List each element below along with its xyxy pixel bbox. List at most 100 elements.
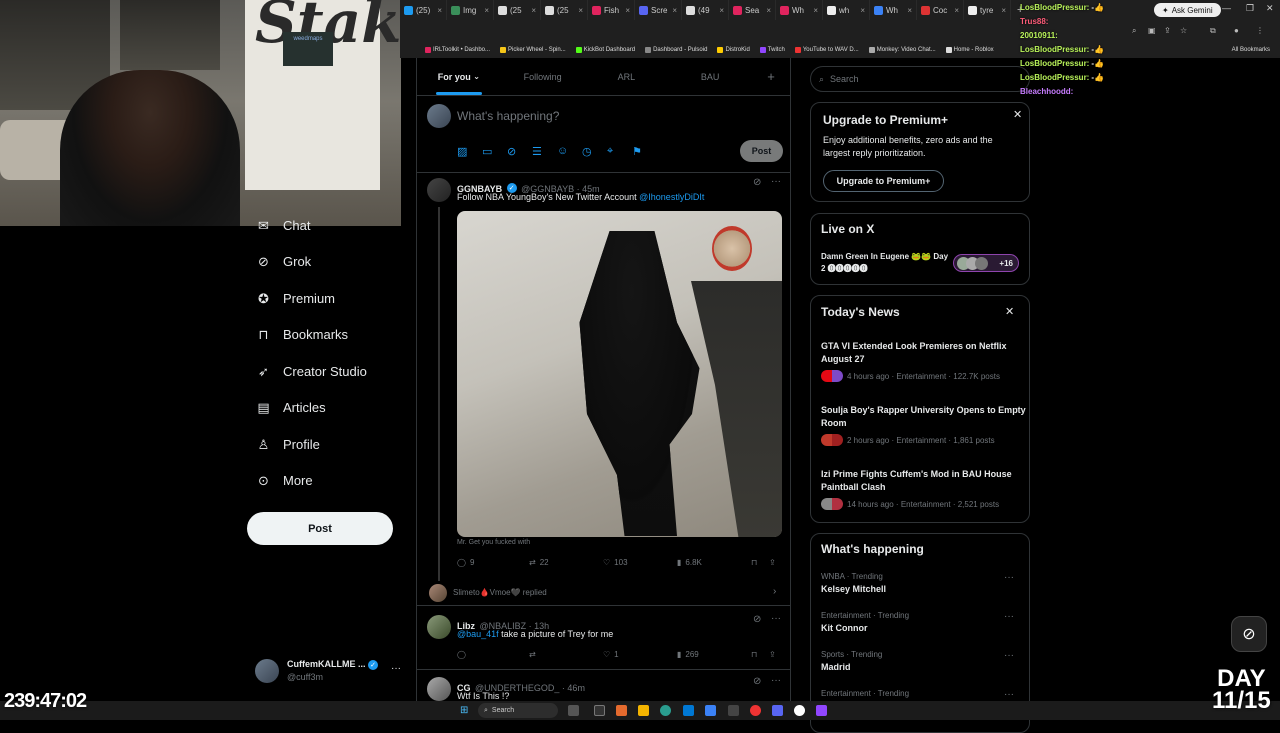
extensions-icon[interactable]: ⧉ (1210, 26, 1216, 36)
tab-for-you[interactable]: For you ⌄ (417, 58, 501, 95)
nav-grok[interactable]: ⊘ Grok (256, 254, 311, 270)
replied-row[interactable]: Slimeto🩸Vmoe🖤 replied › (417, 580, 790, 606)
browser-tab[interactable]: (49 × (682, 0, 729, 20)
reply-button[interactable]: ◯ (457, 650, 466, 659)
store-icon[interactable] (683, 705, 694, 716)
image-icon[interactable]: ▨ (457, 145, 467, 158)
browser-tab[interactable]: (25 × (541, 0, 588, 20)
add-tab-button[interactable]: + (752, 58, 790, 95)
tweet-mention-link[interactable]: @bau_41f (457, 629, 499, 639)
bookmark-item[interactable]: Twitch (759, 47, 785, 53)
browser-tab[interactable]: (25) × (400, 0, 447, 20)
taskbar-app-icon[interactable] (794, 705, 805, 716)
trend-item[interactable]: WNBA · Trending Kelsey Mitchell ··· (821, 572, 1026, 594)
file-explorer-icon[interactable] (638, 705, 649, 716)
browser-tab[interactable]: Wh × (776, 0, 823, 20)
nav-premium[interactable]: ✪ Premium (256, 291, 335, 307)
bookmark-item[interactable]: Picker Wheel - Spin... (500, 47, 566, 53)
tab-close-icon[interactable]: × (907, 6, 912, 15)
tab-close-icon[interactable]: × (719, 6, 724, 15)
trend-item[interactable]: Entertainment · Trending ··· (821, 689, 1026, 701)
tab-close-icon[interactable]: × (484, 6, 489, 15)
taskbar-app-icon[interactable] (568, 705, 579, 716)
tab-close-icon[interactable]: × (813, 6, 818, 15)
trend-item[interactable]: Entertainment · Trending Kit Connor ··· (821, 611, 1026, 633)
browser-tab[interactable]: (25 × (494, 0, 541, 20)
tab-close-icon[interactable]: × (578, 6, 583, 15)
tweet-mention-link[interactable]: @IhonestlyDiDIt (639, 192, 704, 202)
trend-more-icon[interactable]: ··· (1004, 650, 1014, 661)
tab-close-icon[interactable]: × (954, 6, 959, 15)
location-icon[interactable]: ⌖ (607, 145, 613, 158)
tweet-photo[interactable] (457, 211, 782, 537)
trend-more-icon[interactable]: ··· (1004, 572, 1014, 583)
restore-icon[interactable]: ❐ (1246, 3, 1254, 14)
browser-tab[interactable]: wh × (823, 0, 870, 20)
share-tweet-button[interactable]: ⇪ (769, 558, 776, 567)
taskbar-app-icon[interactable] (616, 705, 627, 716)
tweet-more-icon[interactable]: ··· (771, 613, 781, 624)
browser-tab[interactable]: Wh × (870, 0, 917, 20)
tab-close-icon[interactable]: × (531, 6, 536, 15)
all-bookmarks[interactable]: All Bookmarks (1232, 47, 1270, 53)
bookmark-tweet-button[interactable]: ⊓ (751, 650, 757, 659)
like-button[interactable]: ♡ 103 (603, 558, 628, 567)
flag-icon[interactable]: ⚑ (632, 145, 642, 158)
browser-tab[interactable]: Scre × (635, 0, 682, 20)
repost-button[interactable]: ⇄ (529, 650, 536, 659)
grok-tweet-icon[interactable]: ⊘ (753, 676, 761, 687)
taskbar-app-icon[interactable] (816, 705, 827, 716)
browser-tab[interactable]: Fish × (588, 0, 635, 20)
compose-post-button[interactable]: Post (740, 140, 783, 162)
profile-avatar-icon[interactable]: ● (1234, 26, 1239, 35)
tweet[interactable]: Libz @NBALIBZ · 13h ⊘ ··· @bau_41f take … (417, 610, 790, 670)
bookmark-item[interactable]: IRLToolkit • Dashbo... (425, 47, 490, 53)
nav-creator-studio[interactable]: ➶ Creator Studio (256, 364, 367, 380)
minimize-icon[interactable]: — (1222, 3, 1231, 13)
tweet-avatar[interactable] (427, 178, 451, 202)
share-icon[interactable]: ⇪ (1164, 26, 1171, 35)
bookmark-item[interactable]: Monkey: Video Chat... (868, 47, 936, 53)
tab-close-icon[interactable]: × (860, 6, 865, 15)
grok-compose-icon[interactable]: ⊘ (507, 145, 516, 158)
trend-more-icon[interactable]: ··· (1004, 689, 1014, 700)
ask-gemini-button[interactable]: ✦ Ask Gemini (1154, 3, 1221, 17)
close-window-icon[interactable]: ✕ (1266, 3, 1274, 14)
edge-icon[interactable] (660, 705, 671, 716)
account-more-icon[interactable]: ··· (391, 663, 401, 674)
close-icon[interactable]: ✕ (1005, 305, 1014, 318)
mail-icon[interactable] (705, 705, 716, 716)
news-item[interactable]: GTA VI Extended Look Premieres on Netfli… (821, 340, 1026, 382)
tab-close-icon[interactable]: × (672, 6, 677, 15)
grok-tweet-icon[interactable]: ⊘ (753, 177, 761, 188)
tweet[interactable]: GGNBAYB ✓ @GGNBAYB · 45m ⊘ ··· Follow NB… (417, 173, 790, 581)
browser-tab[interactable]: tyre × (964, 0, 1011, 20)
bookmark-item[interactable]: YouTube to WAV D... (794, 47, 859, 53)
nav-more[interactable]: ⊙ More (256, 473, 313, 489)
bookmark-item[interactable]: KickBot Dashboard (575, 47, 635, 53)
tweet-more-icon[interactable]: ··· (771, 176, 781, 187)
like-button[interactable]: ♡ 1 (603, 650, 619, 659)
tab-close-icon[interactable]: × (1001, 6, 1006, 15)
news-item[interactable]: Soulja Boy's Rapper University Opens to … (821, 404, 1026, 446)
reply-button[interactable]: ◯ 9 (457, 558, 474, 567)
bookmark-item[interactable]: Dashboard - Pulsoid (645, 47, 707, 53)
browser-tab[interactable]: Sea × (729, 0, 776, 20)
nav-articles[interactable]: ▤ Articles (256, 400, 325, 416)
gif-icon[interactable]: ▭ (482, 145, 492, 158)
bookmark-tweet-button[interactable]: ⊓ (751, 558, 757, 567)
nav-chat[interactable]: ✉ Chat (256, 218, 310, 234)
grok-tweet-icon[interactable]: ⊘ (753, 614, 761, 625)
grok-float-button[interactable]: ⊘ (1231, 616, 1267, 652)
taskbar-search[interactable]: ⌕ Search (478, 703, 558, 718)
chrome-icon[interactable] (750, 705, 761, 716)
upgrade-premium-button[interactable]: Upgrade to Premium+ (823, 170, 944, 192)
tab-close-icon[interactable]: × (766, 6, 771, 15)
account-switcher[interactable]: CuffemKALLME ... ✓ @cuff3m ··· (255, 657, 405, 687)
compose-input[interactable]: What's happening? (457, 109, 559, 123)
bookmark-item[interactable]: DistroKid (717, 47, 750, 53)
tab-bau[interactable]: BAU (668, 58, 752, 95)
bookmark-item[interactable]: Home - Roblox (945, 47, 994, 53)
tweet-avatar[interactable] (427, 615, 451, 639)
tab-close-icon[interactable]: × (625, 6, 630, 15)
